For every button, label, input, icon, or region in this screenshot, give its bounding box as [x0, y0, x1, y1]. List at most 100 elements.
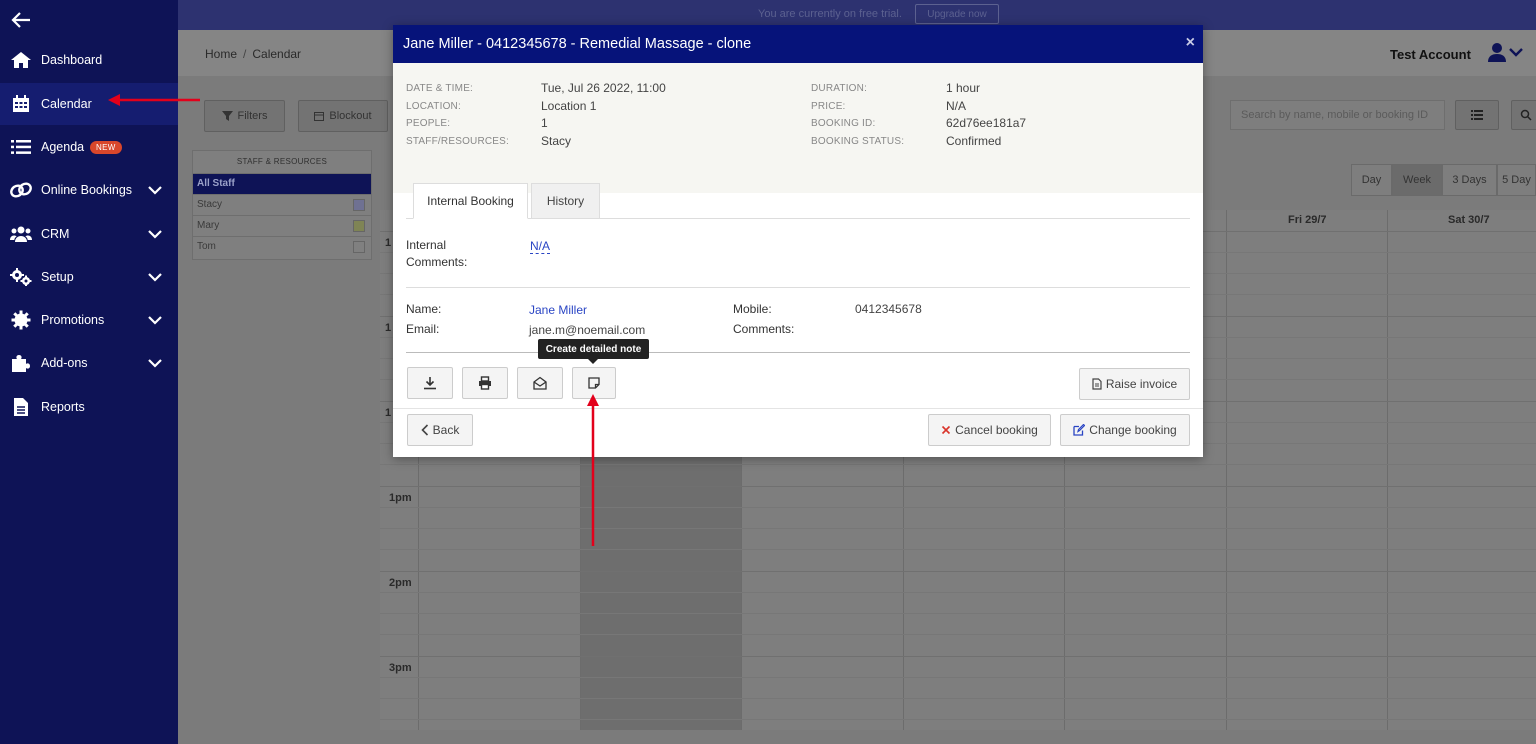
sidebar-item-promotions[interactable]: Promotions — [0, 299, 178, 341]
client-name-link[interactable]: Jane Miller — [529, 303, 587, 317]
raise-invoice-button[interactable]: Raise invoice — [1079, 368, 1190, 400]
filter-icon — [221, 111, 233, 121]
grid-divider — [380, 528, 1536, 529]
sidebar-item-reports[interactable]: Reports — [0, 386, 178, 428]
duration-value: 1 hour — [946, 81, 981, 95]
staff-name: Mary — [197, 220, 220, 231]
change-booking-button[interactable]: Change booking — [1060, 414, 1190, 446]
booking-status-value: Confirmed — [946, 134, 1002, 148]
staff-row[interactable]: Tom — [193, 236, 371, 257]
sidebar-item-dashboard[interactable]: Dashboard — [0, 39, 178, 81]
chevron-down-icon[interactable] — [146, 356, 164, 370]
date-time-value: Tue, Jul 26 2022, 11:00 — [541, 81, 666, 95]
view-3days-button[interactable]: 3 Days — [1442, 164, 1497, 196]
time-label: 1 — [385, 322, 392, 334]
sidebar-item-calendar[interactable]: Calendar — [0, 83, 178, 125]
blockout-button[interactable]: Blockout — [298, 100, 388, 132]
grid-divider — [380, 719, 1536, 720]
grid-divider — [1226, 210, 1227, 730]
people-value: 1 — [541, 116, 548, 130]
breadcrumb-home[interactable]: Home — [205, 47, 237, 61]
staff-all[interactable]: All Staff — [193, 173, 371, 194]
name-label: Name: — [406, 302, 442, 316]
tab-internal-booking[interactable]: Internal Booking — [413, 183, 528, 219]
chevron-down-icon[interactable] — [146, 183, 164, 197]
link-icon — [10, 180, 32, 200]
sticky-note-icon — [588, 377, 600, 389]
comments-label: Comments: — [733, 322, 795, 336]
back-arrow-icon[interactable] — [10, 10, 32, 30]
staff-label: STAFF/RESOURCES: — [406, 136, 510, 147]
time-label: 3pm — [389, 662, 412, 674]
booking-status-label: BOOKING STATUS: — [811, 136, 905, 147]
staff-row[interactable]: Stacy — [193, 194, 371, 215]
tab-history[interactable]: History — [531, 183, 600, 219]
search-button[interactable] — [1511, 100, 1536, 130]
search-input[interactable]: Search by name, mobile or booking ID — [1230, 100, 1445, 130]
staff-value: Stacy — [541, 134, 572, 148]
print-button[interactable] — [462, 367, 508, 399]
back-button[interactable]: Back — [407, 414, 473, 446]
location-value: Location 1 — [541, 99, 597, 113]
client-email-value: jane.m@noemail.com — [529, 323, 646, 337]
footer-divider — [393, 408, 1203, 409]
grid-divider — [380, 613, 1536, 614]
download-icon — [424, 377, 436, 390]
sidebar-item-online-bookings[interactable]: Online Bookings — [0, 169, 178, 211]
create-note-tooltip: Create detailed note — [538, 339, 649, 359]
sidebar-item-label: Setup — [41, 270, 74, 284]
sidebar-item-agenda[interactable]: Agenda NEW — [0, 126, 178, 168]
staff-row[interactable]: Mary — [193, 215, 371, 236]
email-label: Email: — [406, 322, 440, 336]
users-icon — [10, 224, 32, 244]
booking-modal: Jane Miller - 0412345678 - Remedial Mass… — [393, 25, 1203, 457]
account-name[interactable]: Test Account — [1390, 47, 1471, 62]
user-menu-icon[interactable] — [1486, 42, 1526, 64]
sidebar: Dashboard Calendar Agenda NEW Online Boo… — [0, 0, 178, 744]
close-x-icon — [942, 425, 951, 435]
date-time-label: DATE & TIME: — [406, 83, 474, 94]
day-header: Sat 30/7 — [1448, 214, 1490, 226]
calendar-icon — [10, 94, 32, 114]
grid-divider — [380, 464, 1536, 465]
sidebar-item-add-ons[interactable]: Add-ons — [0, 342, 178, 384]
internal-comments-label-line2: Comments: — [406, 255, 468, 269]
booking-summary: DATE & TIME: Tue, Jul 26 2022, 11:00 LOC… — [393, 63, 1203, 193]
chevron-down-icon[interactable] — [146, 313, 164, 327]
filters-button[interactable]: Filters — [204, 100, 285, 132]
view-day-button[interactable]: Day — [1351, 164, 1392, 196]
sidebar-item-label: CRM — [41, 227, 70, 241]
list-icon — [1471, 110, 1483, 120]
view-week-button[interactable]: Week — [1392, 164, 1442, 196]
create-note-button[interactable] — [572, 367, 616, 399]
people-label: PEOPLE: — [406, 118, 451, 129]
staff-name: Stacy — [197, 199, 223, 210]
change-booking-label: Change booking — [1089, 423, 1177, 437]
grid-divider — [380, 486, 1536, 487]
grid-divider — [380, 571, 1536, 572]
section-divider — [406, 352, 1190, 353]
modal-title: Jane Miller - 0412345678 - Remedial Mass… — [403, 36, 752, 52]
chevron-down-icon[interactable] — [146, 227, 164, 241]
sidebar-item-label: Online Bookings — [41, 183, 133, 197]
sidebar-item-crm[interactable]: CRM — [0, 213, 178, 255]
download-button[interactable] — [407, 367, 453, 399]
close-icon[interactable]: × — [1186, 34, 1195, 52]
internal-comments-edit-link[interactable]: N/A — [530, 239, 551, 254]
booking-id-label: BOOKING ID: — [811, 118, 876, 129]
puzzle-icon — [10, 353, 32, 373]
view-5days-button[interactable]: 5 Day — [1497, 164, 1536, 196]
duration-label: DURATION: — [811, 83, 868, 94]
cancel-booking-button[interactable]: Cancel booking — [928, 414, 1051, 446]
price-label: PRICE: — [811, 101, 846, 112]
raise-invoice-label: Raise invoice — [1105, 377, 1178, 391]
upgrade-button[interactable]: Upgrade now — [915, 4, 999, 24]
list-view-button[interactable] — [1455, 100, 1499, 130]
email-button[interactable] — [517, 367, 563, 399]
trial-text: You are currently on free trial. — [758, 8, 902, 20]
mobile-label: Mobile: — [733, 302, 772, 316]
sidebar-item-setup[interactable]: Setup — [0, 256, 178, 298]
price-value: N/A — [946, 99, 967, 113]
staff-color-swatch — [353, 241, 365, 253]
chevron-down-icon[interactable] — [146, 270, 164, 284]
